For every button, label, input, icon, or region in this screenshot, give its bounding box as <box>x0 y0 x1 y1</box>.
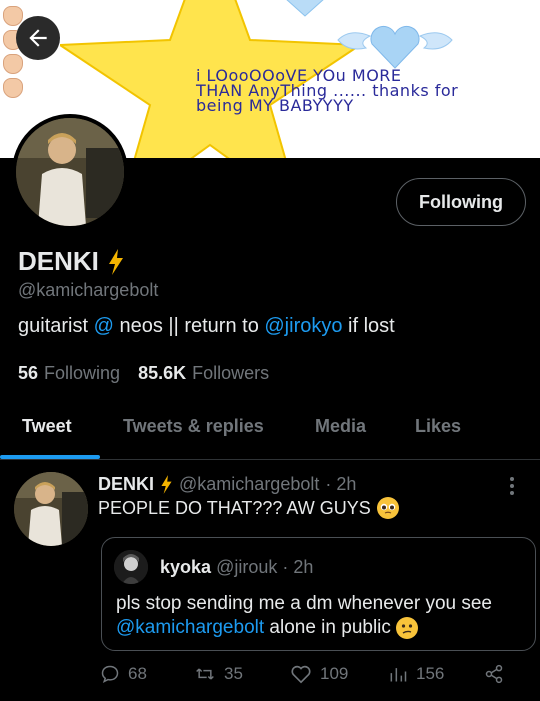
avatar-photo <box>14 472 88 546</box>
quoted-author-avatar[interactable] <box>114 550 148 584</box>
quoted-mention-link[interactable]: @kamichargebolt <box>116 617 264 638</box>
winged-heart-graphic <box>337 25 453 69</box>
confused-face-emoji <box>396 616 419 639</box>
profile-stats: 56 Following 85.6K Followers <box>18 363 269 384</box>
quoted-timestamp: · 2h <box>282 557 314 577</box>
following-label: Following <box>44 363 121 383</box>
share-icon <box>485 664 503 684</box>
more-vertical-icon-dot <box>510 484 514 488</box>
back-button[interactable] <box>16 16 60 60</box>
arrow-left-icon <box>29 29 47 47</box>
tab-tweets-and-replies[interactable]: Tweets & replies <box>123 416 264 437</box>
blue-heart-graphic <box>286 0 324 17</box>
quoted-tweet[interactable]: kyoka @jirouk · 2h pls stop sending me a… <box>101 537 536 651</box>
tweet-body: PEOPLE DO THAT??? AW GUYS <box>98 497 371 518</box>
reply-icon <box>101 665 119 683</box>
retweet-button[interactable]: 35 <box>194 664 243 684</box>
heart-icon <box>291 665 311 684</box>
tweet-text: PEOPLE DO THAT??? AW GUYS <box>98 497 399 519</box>
share-button[interactable] <box>484 664 504 684</box>
following-stat[interactable]: 56 Following <box>18 363 120 384</box>
avatar-photo <box>16 118 124 226</box>
rock-hand-emoji <box>3 78 23 98</box>
followers-label: Followers <box>192 363 270 383</box>
tweet-header: DENKI @kamichargebolt · 2h <box>98 474 356 495</box>
quoted-text: pls stop sending me a dm whenever you se… <box>116 593 492 614</box>
following-button[interactable]: Following <box>396 178 526 226</box>
bio-mention-link[interactable]: @jirokyo <box>264 315 342 337</box>
analytics-button[interactable]: 156 <box>388 664 444 684</box>
bio-text: guitarist <box>18 315 94 337</box>
quoted-tweet-header: kyoka @jirouk · 2h <box>160 557 313 578</box>
more-vertical-icon-dot <box>510 491 514 495</box>
bio-text: neos || return to <box>113 315 265 337</box>
more-options-button[interactable] <box>502 472 522 500</box>
retweet-icon <box>196 668 214 680</box>
tweet-timestamp[interactable]: · 2h <box>325 474 356 495</box>
quoted-tweet-text: pls stop sending me a dm whenever you se… <box>116 592 531 640</box>
retweet-count: 35 <box>224 664 243 683</box>
banner-line-3: being MY BABYYYY <box>196 96 354 115</box>
followers-stat[interactable]: 85.6K Followers <box>138 363 269 384</box>
reply-button[interactable]: 68 <box>100 664 147 684</box>
profile-display-name: DENKI <box>18 246 125 277</box>
rock-hand-emoji <box>3 54 23 74</box>
like-count: 109 <box>320 664 349 683</box>
quoted-author-handle[interactable]: @jirouk <box>216 557 277 577</box>
lightning-bolt-icon <box>161 475 172 494</box>
like-button[interactable]: 109 <box>290 664 348 684</box>
profile-handle: @kamichargebolt <box>18 280 159 300</box>
tab-tweets[interactable]: Tweet <box>22 416 72 437</box>
pleading-face-emoji <box>376 497 399 519</box>
following-count: 56 <box>18 363 39 383</box>
quoted-text: alone in public <box>264 617 391 638</box>
display-name-text: DENKI <box>18 246 99 276</box>
analytics-icon <box>390 668 407 682</box>
tweet-author-avatar[interactable] <box>14 472 88 546</box>
reply-count: 68 <box>128 664 147 683</box>
rock-hand-emoji <box>3 6 23 26</box>
tweet-author-name[interactable]: DENKI <box>98 474 154 495</box>
profile-bio: guitarist @ neos || return to @jirokyo i… <box>18 315 395 338</box>
bio-text: if lost <box>342 315 395 337</box>
profile-tabs: Tweet Tweets & replies Media Likes <box>0 398 540 460</box>
quoted-author-name[interactable]: kyoka <box>160 557 211 577</box>
tab-likes[interactable]: Likes <box>415 416 461 437</box>
profile-avatar[interactable] <box>12 114 128 230</box>
bio-mention-link[interactable]: @ <box>94 315 114 337</box>
followers-count: 85.6K <box>138 363 187 383</box>
active-tab-indicator <box>0 455 100 459</box>
more-vertical-icon-dot <box>510 477 514 481</box>
banner-caption: i LOooOOoVE YOu MORE THAN AnyThing .....… <box>196 68 458 115</box>
tweet-actions: 68 35 109 156 <box>100 664 520 690</box>
view-count: 156 <box>416 664 445 683</box>
avatar-photo <box>114 550 148 584</box>
lightning-bolt-icon <box>108 248 123 275</box>
tweet-author-handle[interactable]: @kamichargebolt <box>179 474 319 495</box>
tab-media[interactable]: Media <box>315 416 366 437</box>
